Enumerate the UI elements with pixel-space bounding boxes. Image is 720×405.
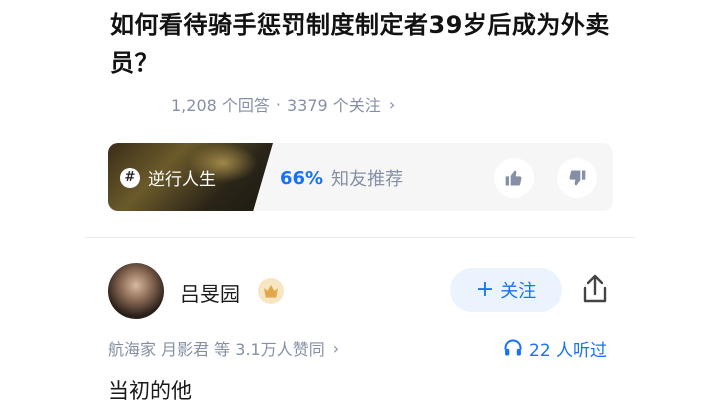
answer-body[interactable]: 当初的他 [108,375,192,405]
hashtag-icon: # [120,167,140,188]
plus-icon: + [475,277,495,302]
recommend-text: 知友推荐 [331,169,404,190]
recommend-percent: 66% [280,167,324,189]
author-avatar[interactable] [108,263,164,319]
recommend-rate: 66% 知友推荐 [280,165,403,191]
follow-button[interactable]: + 关注 [450,268,562,312]
chevron-right-icon: › [388,94,396,114]
listen-text: 22 人听过 [529,340,608,361]
author-name[interactable]: 吕旻园 [180,278,240,307]
topic-tag-label: 逆行人生 [148,170,216,190]
crown-badge-icon [258,278,284,304]
listen-count[interactable]: 22 人听过 [503,336,608,361]
question-meta[interactable]: 1,208 个回答 · 3379 个关注 › [171,92,395,116]
share-button[interactable] [580,272,610,306]
meta-separator: · [275,94,281,114]
topic-card[interactable]: # 逆行人生 66% 知友推荐 [108,143,613,211]
endorsement-row[interactable]: 航海家 月影君 等 3.1万人赞同 › [108,336,339,360]
thumbs-up-icon [505,170,522,186]
share-icon [583,274,607,303]
question-title[interactable]: 如何看待骑手惩罚制度制定者39岁后成为外卖员？ [110,6,630,82]
follow-label: 关注 [500,281,537,302]
topic-tag[interactable]: # 逆行人生 [120,165,216,190]
endorsement-text: 航海家 月影君 等 3.1万人赞同 [108,340,325,359]
upvote-button[interactable] [494,158,534,198]
chevron-right-icon: › [332,338,340,358]
headphone-icon [503,338,523,358]
section-divider [85,237,635,238]
followers-count: 3379 个关注 [287,96,381,115]
answers-count: 1,208 个回答 [171,96,270,115]
downvote-button[interactable] [557,158,597,198]
thumbs-down-icon [569,170,586,186]
